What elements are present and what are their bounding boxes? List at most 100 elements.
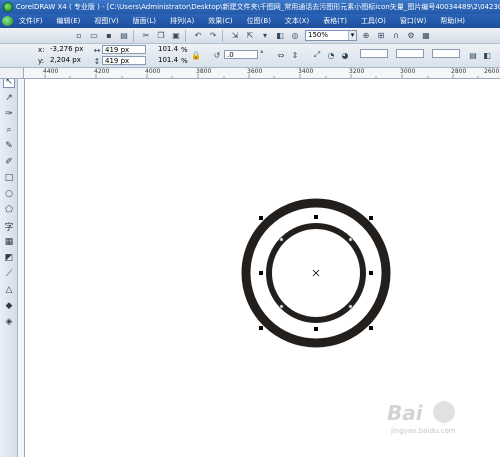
ruler-origin[interactable] (0, 68, 24, 79)
undo-icon[interactable]: ↶ (192, 30, 204, 42)
smart-fill-tool-icon[interactable]: ✐ (3, 156, 15, 168)
welcome-screen-icon[interactable]: ◧ (274, 30, 286, 42)
width-field[interactable]: 419 px (102, 45, 146, 54)
table-tool-icon[interactable]: ▦ (3, 236, 15, 248)
x-position-field[interactable]: -3,276 px (48, 45, 88, 54)
ruler-label: 3600 (247, 68, 263, 75)
line-style-select[interactable] (396, 49, 424, 58)
height-icon: ↕ (93, 56, 101, 66)
menu-bar: 文件(F) 编辑(E) 视图(V) 版面(L) 排列(A) 效果(C) 位图(B… (0, 14, 500, 28)
document-menu-icon[interactable] (2, 16, 13, 26)
freehand-tool-icon[interactable]: ✎ (3, 140, 15, 152)
ruler-label: 3000 (400, 68, 416, 75)
open-icon[interactable]: ▭ (88, 30, 100, 42)
zoom-level-value: 150% (308, 31, 329, 39)
ruler-label: 2600 (484, 68, 500, 75)
x-position-label: x: (38, 46, 45, 54)
fill-tool-icon[interactable]: ◆ (3, 300, 15, 312)
vertical-ruler[interactable] (18, 79, 25, 457)
save-icon[interactable]: ▪ (103, 30, 115, 42)
scale-y-field[interactable]: 101.4 (156, 56, 178, 65)
pie-icon[interactable]: ◕ (340, 50, 350, 60)
arrowhead-select[interactable] (432, 49, 460, 58)
ruler-label: 4000 (145, 68, 161, 75)
title-bar: CorelDRAW X4 ( 专业版 ) - [C:\Users\Adminis… (0, 0, 500, 14)
watermark-url: jingyan.baidu.com (391, 427, 456, 435)
ruler-label: 3800 (196, 68, 212, 75)
to-front-icon[interactable]: ◧ (482, 50, 492, 60)
zoom-level-select[interactable]: 150% ▾ (305, 30, 357, 41)
crop-tool-icon[interactable]: ✑ (3, 108, 15, 120)
copy-icon[interactable]: ❐ (155, 30, 167, 42)
chevron-down-icon[interactable]: ▾ (348, 31, 356, 40)
drawing-canvas[interactable]: Bai jingyan.baidu.com (25, 79, 500, 457)
scale-x-field[interactable]: 101.4 (156, 45, 178, 54)
outline-tool-icon[interactable]: △ (3, 284, 15, 296)
eyedropper-tool-icon[interactable]: ⟋ (3, 268, 15, 280)
corel-online-icon[interactable]: ◎ (289, 30, 301, 42)
new-document-icon[interactable]: ▫ (73, 30, 85, 42)
redo-icon[interactable]: ↷ (207, 30, 219, 42)
snap-to-icon[interactable]: ⊞ (375, 30, 387, 42)
menu-view[interactable]: 视图(V) (94, 16, 118, 26)
center-marker[interactable] (312, 269, 320, 277)
magnet-icon[interactable]: ∩ (390, 30, 402, 42)
baidu-paw-icon (433, 401, 455, 423)
menu-window[interactable]: 窗口(W) (400, 16, 426, 26)
menu-help[interactable]: 帮助(H) (440, 16, 465, 26)
menu-layout[interactable]: 版面(L) (133, 16, 156, 26)
standard-toolbar: ▫ ▭ ▪ ▤ ✂ ❐ ▣ ↶ ↷ ⇲ ⇱ ▾ ◧ ◎ 150% ▾ ⊕ ⊞ ∩… (0, 28, 500, 44)
watermark-logo: Bai (387, 401, 423, 425)
mirror-vertical-icon[interactable]: ⇕ (290, 50, 300, 60)
drawing-area (241, 198, 391, 348)
height-field[interactable]: 419 px (102, 56, 146, 65)
ruler-label: 4200 (94, 68, 110, 75)
menu-bitmaps[interactable]: 位图(B) (247, 16, 271, 26)
window-title: CorelDRAW X4 ( 专业版 ) - [C:\Users\Adminis… (15, 3, 500, 11)
menu-file[interactable]: 文件(F) (19, 16, 43, 26)
scale-x-unit: % (181, 46, 188, 54)
outline-width-select[interactable] (360, 49, 388, 58)
toolbar-separator (133, 29, 134, 42)
width-icon: ↔ (93, 45, 101, 55)
grid-icon[interactable]: ▦ (420, 30, 432, 42)
wrap-text-icon[interactable]: ▤ (468, 50, 478, 60)
text-tool-icon[interactable]: 字 (3, 220, 15, 233)
coreldraw-app-icon (3, 2, 13, 12)
y-position-field[interactable]: 2,204 px (48, 56, 88, 65)
zoom-in-icon[interactable]: ⊕ (360, 30, 372, 42)
menu-table[interactable]: 表格(T) (323, 16, 347, 26)
options-icon[interactable]: ⚙ (405, 30, 417, 42)
cut-icon[interactable]: ✂ (140, 30, 152, 42)
toolbar-separator (222, 29, 223, 42)
shape-tool-icon[interactable]: ↗ (3, 92, 15, 104)
interactive-fill-tool-icon[interactable]: ◈ (3, 316, 15, 328)
export-icon[interactable]: ⇱ (244, 30, 256, 42)
mirror-horizontal-icon[interactable]: ⇔ (276, 50, 286, 60)
arc-icon[interactable]: ◔ (326, 50, 336, 60)
convert-to-curves-icon[interactable]: ⤢ (312, 50, 322, 60)
rectangle-tool-icon[interactable]: □ (3, 172, 15, 184)
zoom-tool-icon[interactable]: ⌕ (3, 124, 15, 136)
interactive-blend-tool-icon[interactable]: ◩ (3, 252, 15, 264)
rotation-angle-field[interactable]: .0 (224, 50, 258, 59)
menu-arrange[interactable]: 排列(A) (170, 16, 194, 26)
menu-tools[interactable]: 工具(O) (361, 16, 386, 26)
property-bar: x: -3,276 px y: 2,204 px ↔ 419 px ↕ 419 … (0, 44, 500, 68)
lock-ratio-icon[interactable]: 🔒 (191, 50, 201, 60)
toolbox: ↖ ↗ ✑ ⌕ ✎ ✐ □ ○ ⬠ 字 ▦ ◩ ⟋ △ ◆ ◈ (0, 68, 18, 457)
ruler-label: 2800 (451, 68, 467, 75)
print-icon[interactable]: ▤ (118, 30, 130, 42)
ellipse-tool-icon[interactable]: ○ (3, 188, 15, 200)
menu-text[interactable]: 文本(X) (285, 16, 309, 26)
horizontal-ruler[interactable]: 4400 4200 4000 3800 3600 3400 3200 3000 … (24, 68, 500, 79)
menu-effects[interactable]: 效果(C) (208, 16, 232, 26)
paste-icon[interactable]: ▣ (170, 30, 182, 42)
menu-edit[interactable]: 编辑(E) (57, 16, 81, 26)
ruler-label: 3400 (298, 68, 314, 75)
toolbar-separator (185, 29, 186, 42)
polygon-tool-icon[interactable]: ⬠ (3, 204, 15, 216)
import-icon[interactable]: ⇲ (229, 30, 241, 42)
application-launcher-icon[interactable]: ▾ (259, 30, 271, 42)
scale-y-unit: % (181, 57, 188, 65)
